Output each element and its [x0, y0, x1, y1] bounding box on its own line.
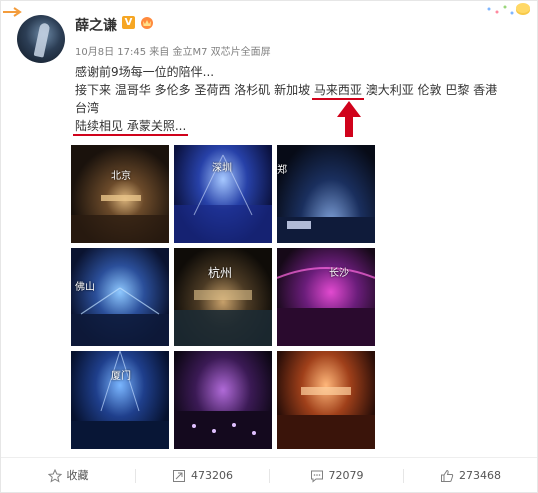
post-action-bar: 收藏 473206 72079 273468 [1, 457, 537, 493]
author-name[interactable]: 薛之谦 [75, 15, 117, 35]
highlighted-text-value: 马来西亚 [313, 83, 362, 97]
comment-button[interactable]: 72079 [270, 458, 403, 493]
star-icon [47, 468, 62, 483]
avatar[interactable] [17, 15, 65, 63]
post-text-line: 感谢前9场每一位的陪伴... [75, 65, 215, 79]
concert-photo[interactable]: 杭州 [174, 248, 272, 346]
stage-lights [174, 290, 272, 346]
expand-text-link[interactable]: 陆续相见 承蒙关照... [75, 119, 186, 133]
photo-city-label: 杭州 [208, 266, 233, 280]
photo-city-label: 郑 [277, 165, 287, 176]
stage-lights [71, 195, 169, 243]
weibo-post-card: 薛之谦 V 10月8日 17:45 来自 金立M7 双芯片全面屏 感谢前9场每一… [0, 0, 538, 493]
avatar-figure [33, 22, 51, 58]
concert-photo[interactable]: 郑 [277, 145, 375, 243]
decorative-arrow-icon [3, 7, 22, 17]
repost-icon [173, 469, 185, 482]
verified-badge-icon: V [122, 16, 135, 29]
post-text-segment: 澳大利亚 伦敦 巴黎 香港 [361, 83, 498, 97]
post-text-line: 台湾 [75, 101, 100, 115]
concert-photo[interactable]: 深圳 [174, 145, 272, 243]
post-text-segment: 接下来 温哥华 多伦多 圣荷西 洛杉矶 新加坡 [75, 83, 314, 97]
stage-lights [71, 287, 169, 346]
photo-city-label: 深圳 [212, 163, 232, 174]
post-text-line: 接下来 温哥华 多伦多 圣荷西 洛杉矶 新加坡 马来西亚 澳大利亚 伦敦 巴黎 … [75, 81, 515, 100]
photo-city-label: 厦门 [111, 371, 131, 382]
favorite-button[interactable]: 收藏 [1, 458, 135, 493]
stage-lights [71, 351, 169, 449]
red-up-arrow-icon [337, 101, 361, 137]
like-button[interactable]: 273468 [404, 458, 537, 493]
concert-photo[interactable]: 长沙 [277, 248, 375, 346]
comment-count: 72079 [328, 469, 364, 482]
photo-city-label: 佛山 [75, 282, 95, 293]
stage-lights [277, 387, 375, 449]
post-meta: 10月8日 17:45 来自 金立M7 双芯片全面屏 [75, 47, 271, 58]
post-text-line: 陆续相见 承蒙关照... [73, 117, 515, 136]
like-count: 273468 [459, 469, 501, 482]
decorative-coins-icon [487, 3, 530, 15]
concert-photo[interactable]: 佛山 [71, 248, 169, 346]
member-crown-icon [141, 17, 153, 29]
red-underline [73, 134, 189, 136]
highlighted-text: 陆续相见 承蒙关照... [73, 119, 189, 136]
concert-photo[interactable]: 北京 [71, 145, 169, 243]
concert-photo[interactable] [174, 351, 272, 449]
stage-lights [277, 217, 375, 243]
highlighted-text: 马来西亚 [311, 83, 364, 100]
comment-icon [310, 470, 323, 483]
stage-lights [174, 411, 272, 449]
thumbs-up-icon [441, 469, 454, 482]
photo-city-label: 北京 [111, 171, 131, 182]
concert-photo[interactable]: 厦门 [71, 351, 169, 449]
photo-grid: 北京 深圳 郑 佛山 杭州 长沙 厦门 [71, 145, 377, 451]
photo-city-label: 长沙 [329, 268, 349, 279]
favorite-label: 收藏 [66, 469, 89, 482]
repost-count: 473206 [191, 469, 233, 482]
concert-photo[interactable] [277, 351, 375, 449]
stage-lights [277, 267, 375, 346]
repost-button[interactable]: 473206 [136, 458, 269, 493]
